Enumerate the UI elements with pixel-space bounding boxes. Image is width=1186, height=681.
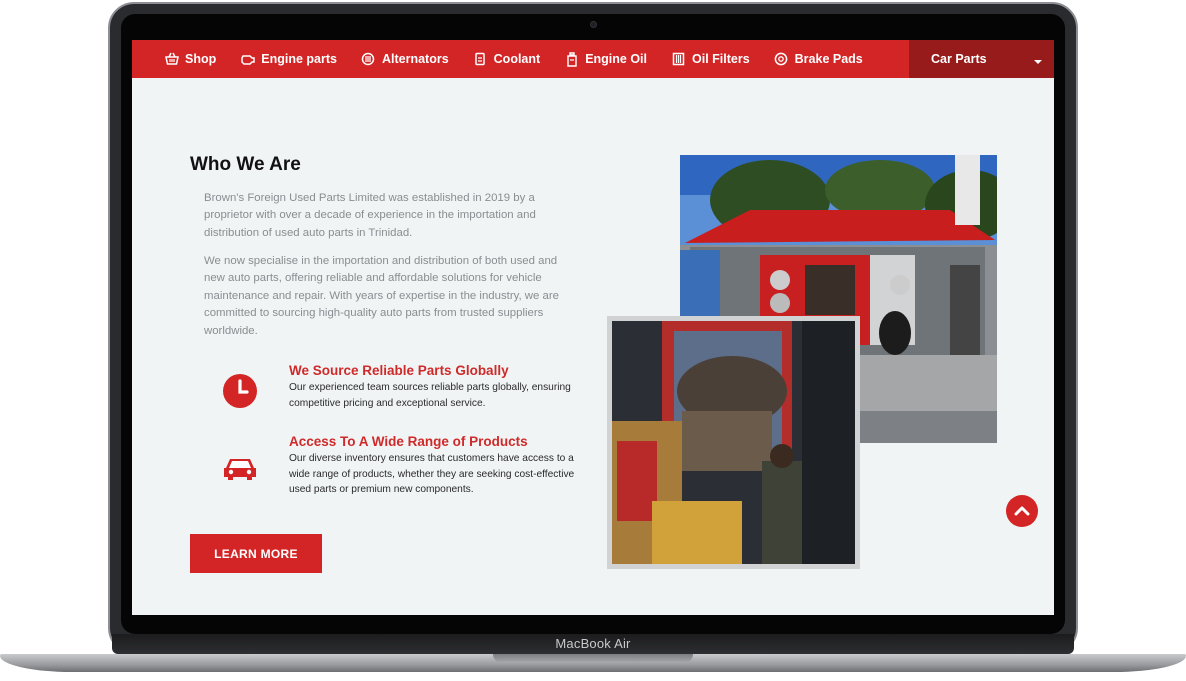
nav-item-alternators[interactable]: Alternators — [349, 40, 461, 78]
nav-label: Coolant — [493, 52, 541, 66]
nav-label: Oil Filters — [692, 52, 750, 66]
car-parts-dropdown[interactable]: Car Parts — [909, 40, 1054, 78]
clock-icon — [221, 372, 259, 410]
caret-down-icon — [1034, 54, 1042, 68]
nav-item-shop[interactable]: Shop — [132, 40, 228, 78]
scroll-to-top-button[interactable] — [1006, 495, 1038, 527]
chevron-up-icon — [1014, 506, 1030, 516]
oil-can-icon — [564, 51, 579, 67]
coolant-icon — [473, 52, 488, 67]
nav-label: Alternators — [381, 52, 449, 66]
nav-label: Brake Pads — [794, 52, 863, 66]
nav-label: Engine parts — [261, 52, 337, 66]
laptop-base-notch — [493, 654, 693, 663]
dropdown-label: Car Parts — [931, 52, 987, 66]
website-screen: Shop Engine parts Alternators Coolant En… — [132, 40, 1054, 615]
nav-label: Shop — [185, 52, 217, 66]
container-unloading-photo — [607, 316, 860, 569]
car-icon — [221, 449, 259, 487]
nav-item-oil-filters[interactable]: Oil Filters — [659, 40, 762, 78]
feature-text: Our diverse inventory ensures that custo… — [289, 453, 575, 496]
oil-filter-icon — [671, 52, 686, 67]
about-paragraph-1: Brown's Foreign Used Parts Limited was e… — [204, 192, 536, 239]
nav-item-engine-parts[interactable]: Engine parts — [228, 40, 349, 78]
basket-icon — [164, 52, 179, 67]
device-label: MacBook Air — [555, 636, 631, 651]
camera-icon — [590, 21, 597, 28]
main-navigation: Shop Engine parts Alternators Coolant En… — [132, 40, 1054, 78]
learn-more-button[interactable]: LEARN MORE — [190, 534, 322, 573]
nav-label: Engine Oil — [585, 52, 647, 66]
alternator-icon — [361, 52, 376, 67]
about-paragraph-2: We now specialise in the importation and… — [204, 255, 559, 337]
feature-title: We Source Reliable Parts Globally — [289, 363, 509, 378]
feature-title: Access To A Wide Range of Products — [289, 434, 528, 449]
section-title: Who We Are — [190, 154, 301, 175]
brake-disc-icon — [774, 52, 789, 67]
nav-item-brake-pads[interactable]: Brake Pads — [762, 40, 875, 78]
nav-item-coolant[interactable]: Coolant — [461, 40, 553, 78]
nav-item-engine-oil[interactable]: Engine Oil — [552, 40, 659, 78]
feature-text: Our experienced team sources reliable pa… — [289, 382, 571, 409]
engine-icon — [240, 52, 255, 67]
